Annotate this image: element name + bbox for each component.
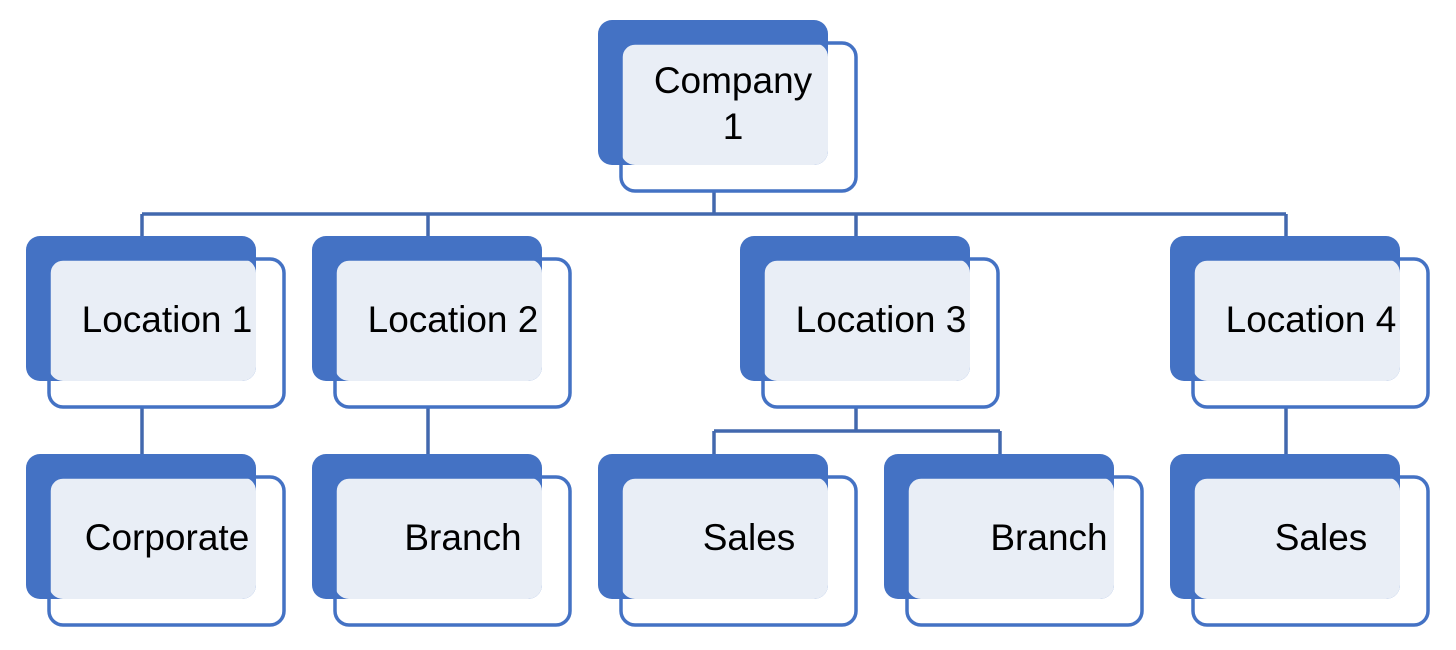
org-chart bbox=[26, 20, 1430, 627]
node-overlap-fill bbox=[49, 477, 256, 599]
node-location4[interactable] bbox=[1170, 236, 1430, 409]
node-branch2[interactable] bbox=[312, 454, 572, 627]
node-location1[interactable] bbox=[26, 236, 286, 409]
node-overlap-fill bbox=[907, 477, 1114, 599]
node-company1[interactable] bbox=[598, 20, 858, 193]
node-overlap-fill bbox=[621, 43, 828, 165]
node-branch3[interactable] bbox=[884, 454, 1144, 627]
node-sales4[interactable] bbox=[1170, 454, 1430, 627]
node-overlap-fill bbox=[1193, 477, 1400, 599]
nodes bbox=[26, 20, 1430, 627]
node-overlap-fill bbox=[49, 259, 256, 381]
node-location3[interactable] bbox=[740, 236, 1000, 409]
node-overlap-fill bbox=[335, 259, 542, 381]
node-overlap-fill bbox=[1193, 259, 1400, 381]
node-overlap-fill bbox=[335, 477, 542, 599]
node-location2[interactable] bbox=[312, 236, 572, 409]
node-overlap-fill bbox=[621, 477, 828, 599]
node-corporate[interactable] bbox=[26, 454, 286, 627]
node-sales3[interactable] bbox=[598, 454, 858, 627]
node-overlap-fill bbox=[763, 259, 970, 381]
